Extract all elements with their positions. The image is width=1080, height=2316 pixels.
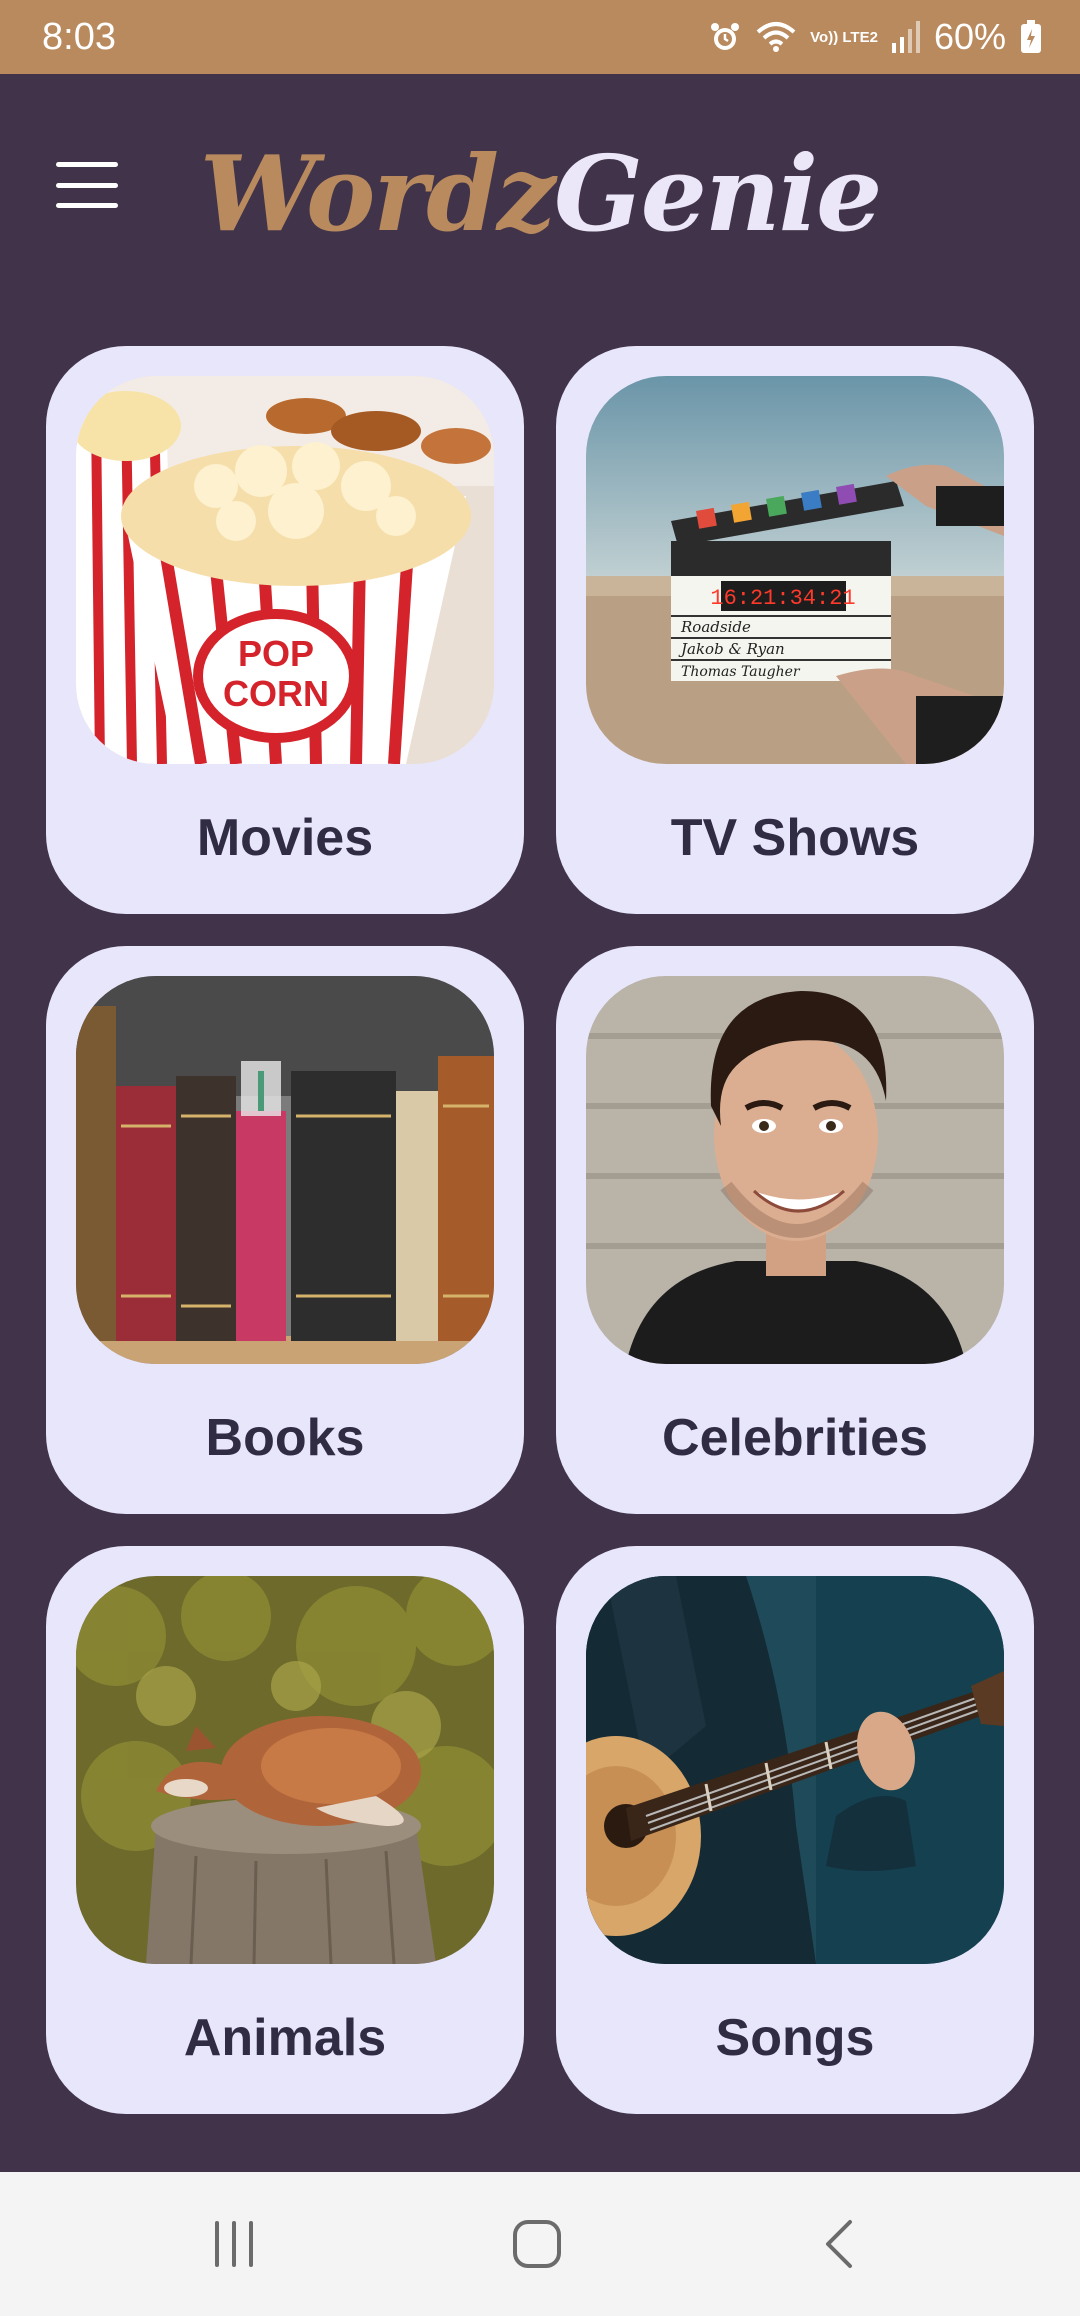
svg-text:Thomas Taugher: Thomas Taugher <box>681 664 801 680</box>
sleeping-fox-photo <box>76 1576 494 1964</box>
alarm-icon <box>708 20 742 54</box>
category-label: Celebrities <box>662 1409 928 1467</box>
popcorn-photo: POP CORN <box>76 376 494 764</box>
signal-icon <box>891 21 920 53</box>
category-card-books[interactable]: Books <box>46 946 524 1514</box>
logo-part-genie: Genie <box>553 132 882 255</box>
category-label: Books <box>205 1409 365 1467</box>
app-logo: WordzGenie <box>0 132 1080 255</box>
logo-part-wordz: Wordz <box>199 132 556 255</box>
battery-percent: 60% <box>933 16 1006 57</box>
category-card-celebrities[interactable]: Celebrities <box>556 946 1034 1514</box>
svg-text:POP: POP <box>238 633 314 674</box>
wifi-icon <box>756 20 796 54</box>
category-grid: POP CORN Movies 16:21:34:21 Roadside Jak… <box>46 346 1034 2114</box>
category-card-movies[interactable]: POP CORN Movies <box>46 346 524 914</box>
clapperboard-photo: 16:21:34:21 Roadside Jakob & Ryan Thomas… <box>586 376 1004 764</box>
smiling-man-photo <box>586 976 1004 1364</box>
status-time: 8:03 <box>42 15 116 58</box>
home-icon[interactable] <box>497 2212 577 2276</box>
app-header: WordzGenie <box>0 74 1080 304</box>
svg-text:16:21:34:21: 16:21:34:21 <box>710 586 855 611</box>
old-books-photo <box>76 976 494 1364</box>
status-bar: 8:03 Vo)) LTE2 60% <box>0 0 1080 74</box>
recent-apps-icon[interactable] <box>194 2212 274 2276</box>
svg-text:Jakob & Ryan: Jakob & Ryan <box>678 640 785 658</box>
guitar-player-photo <box>586 1576 1004 1964</box>
battery-icon <box>1020 20 1042 54</box>
status-icons: Vo)) LTE2 60% <box>708 16 1042 58</box>
svg-text:Roadside: Roadside <box>680 618 751 636</box>
category-card-tv-shows[interactable]: 16:21:34:21 Roadside Jakob & Ryan Thomas… <box>556 346 1034 914</box>
svg-text:CORN: CORN <box>223 673 329 714</box>
category-label: Movies <box>196 809 374 867</box>
network-type-label: Vo)) LTE2 <box>810 28 878 46</box>
category-label: TV Shows <box>670 809 920 867</box>
category-label: Songs <box>715 2009 875 2067</box>
category-card-animals[interactable]: Animals <box>46 1546 524 2114</box>
category-card-songs[interactable]: Songs <box>556 1546 1034 2114</box>
back-icon[interactable] <box>800 2212 880 2276</box>
system-nav-bar <box>0 2172 1080 2316</box>
category-label: Animals <box>183 2009 387 2067</box>
